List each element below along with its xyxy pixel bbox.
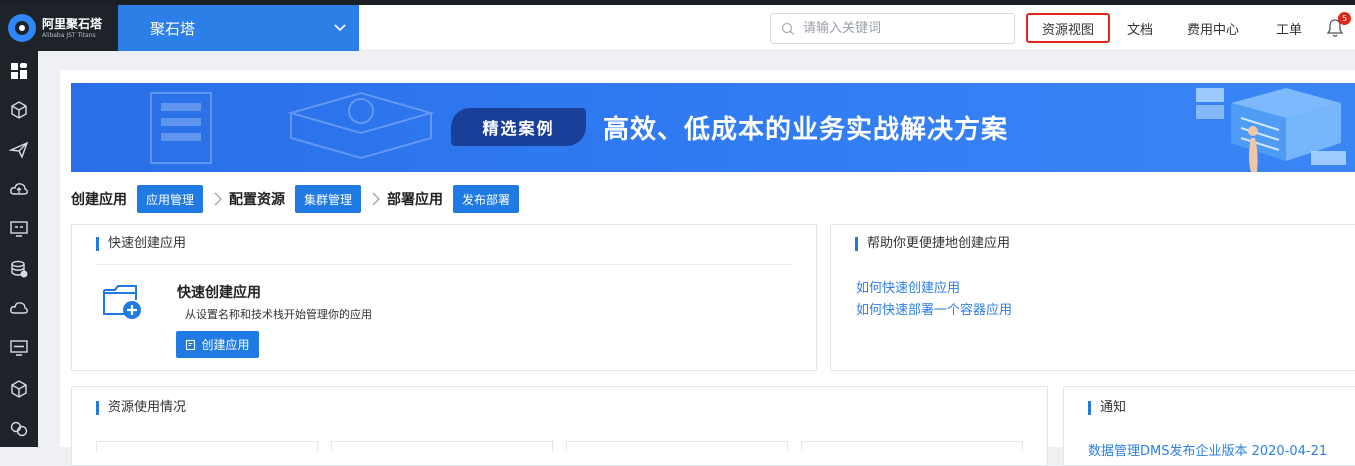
nav-docs-label: 文档 xyxy=(1127,22,1154,38)
cube-icon[interactable] xyxy=(9,100,29,120)
logo-title: 阿里聚石塔 xyxy=(42,16,103,31)
quick-create-heading: 快速创建应用 xyxy=(177,285,261,301)
nav-docs[interactable]: 文档 xyxy=(1127,5,1153,51)
divider xyxy=(96,264,792,265)
promo-banner[interactable]: 精选案例 高效、低成本的业务实战解决方案 xyxy=(71,83,1355,172)
banner-title: 高效、低成本的业务实战解决方案 xyxy=(603,115,1009,145)
step-create-app-label: 创建应用 xyxy=(71,192,127,208)
chevron-right-icon xyxy=(372,192,381,206)
publish-deploy-button[interactable]: 发布部署 xyxy=(453,185,520,213)
notification-badge: 5 xyxy=(1338,12,1351,25)
nav-billing[interactable]: 费用中心 xyxy=(1187,5,1239,51)
quick-create-description: 从设置名称和技术栈开始管理你的应用 xyxy=(185,308,372,321)
product-selector[interactable]: 聚石塔 xyxy=(118,5,359,51)
banner-decoration-left xyxy=(150,91,435,164)
banner-decoration-right xyxy=(1196,88,1346,172)
search-icon xyxy=(781,22,794,35)
logo[interactable]: 阿里聚石塔 Alibaba JST Titans xyxy=(0,5,118,51)
cloud-upload-icon[interactable] xyxy=(9,179,29,199)
notice-item[interactable]: 数据管理DMS发布企业版本 2020-04-21 xyxy=(1088,440,1327,459)
quick-create-panel-title: 快速创建应用 xyxy=(96,237,186,251)
nav-tickets[interactable]: 工单 xyxy=(1276,5,1302,51)
nav-tickets-label: 工单 xyxy=(1276,22,1303,38)
dashboard-icon[interactable] xyxy=(9,61,29,81)
logo-mark-icon xyxy=(8,14,36,42)
cluster-management-button[interactable]: 集群管理 xyxy=(295,185,362,213)
banner-tag: 精选案例 xyxy=(451,108,586,146)
resource-card xyxy=(801,441,1023,451)
nav-billing-label: 费用中心 xyxy=(1187,22,1240,38)
help-panel: 帮助你更便捷地创建应用 如何快速创建应用 如何快速部署一个容器应用 xyxy=(830,224,1355,371)
database-icon[interactable] xyxy=(9,259,29,279)
notice-title: 通知 xyxy=(1088,401,1126,415)
box-icon[interactable] xyxy=(9,379,29,399)
help-panel-title: 帮助你更便捷地创建应用 xyxy=(855,237,1010,251)
workflow-steps: 创建应用 应用管理 配置资源 集群管理 部署应用 发布部署 xyxy=(71,185,520,213)
resource-card xyxy=(96,441,318,451)
help-link-quick-create[interactable]: 如何快速创建应用 xyxy=(856,277,960,296)
resource-usage-panel: 资源使用情况 xyxy=(71,386,1048,466)
notice-panel: 通知 数据管理DMS发布企业版本 2020-04-21 xyxy=(1063,386,1355,466)
resource-card xyxy=(331,441,553,451)
folder-add-icon xyxy=(103,285,141,319)
top-bar: 阿里聚石塔 Alibaba JST Titans 聚石塔 资源视图 文档 费用中… xyxy=(0,5,1355,51)
product-selector-label: 聚石塔 xyxy=(150,19,196,38)
create-app-button-label: 创建应用 xyxy=(201,338,250,352)
create-app-button[interactable]: 创建应用 xyxy=(176,331,259,358)
link-icon[interactable] xyxy=(9,419,29,439)
chevron-down-icon xyxy=(334,24,346,32)
resource-card xyxy=(566,441,788,451)
app-management-button[interactable]: 应用管理 xyxy=(137,185,204,213)
monitor-icon[interactable] xyxy=(9,338,29,358)
quick-create-panel: 快速创建应用 快速创建应用 从设置名称和技术栈开始管理你的应用 创建应用 xyxy=(71,224,817,371)
sidebar xyxy=(0,51,38,447)
server-icon[interactable] xyxy=(9,219,29,239)
nav-resource-view[interactable]: 资源视图 xyxy=(1026,13,1110,43)
nav-resource-view-label: 资源视图 xyxy=(1041,22,1094,38)
send-icon[interactable] xyxy=(9,140,29,160)
step-configure-resources-label: 配置资源 xyxy=(229,192,286,208)
search-input[interactable] xyxy=(803,21,1003,36)
logo-subtitle: Alibaba JST Titans xyxy=(42,31,96,39)
chevron-right-icon xyxy=(214,192,223,206)
edit-document-icon xyxy=(186,339,196,350)
help-link-deploy-container[interactable]: 如何快速部署一个容器应用 xyxy=(856,299,1012,318)
step-deploy-app-label: 部署应用 xyxy=(387,192,444,208)
search-box[interactable] xyxy=(770,13,1015,44)
resource-usage-title: 资源使用情况 xyxy=(96,401,186,415)
cloud-icon[interactable] xyxy=(9,298,29,318)
